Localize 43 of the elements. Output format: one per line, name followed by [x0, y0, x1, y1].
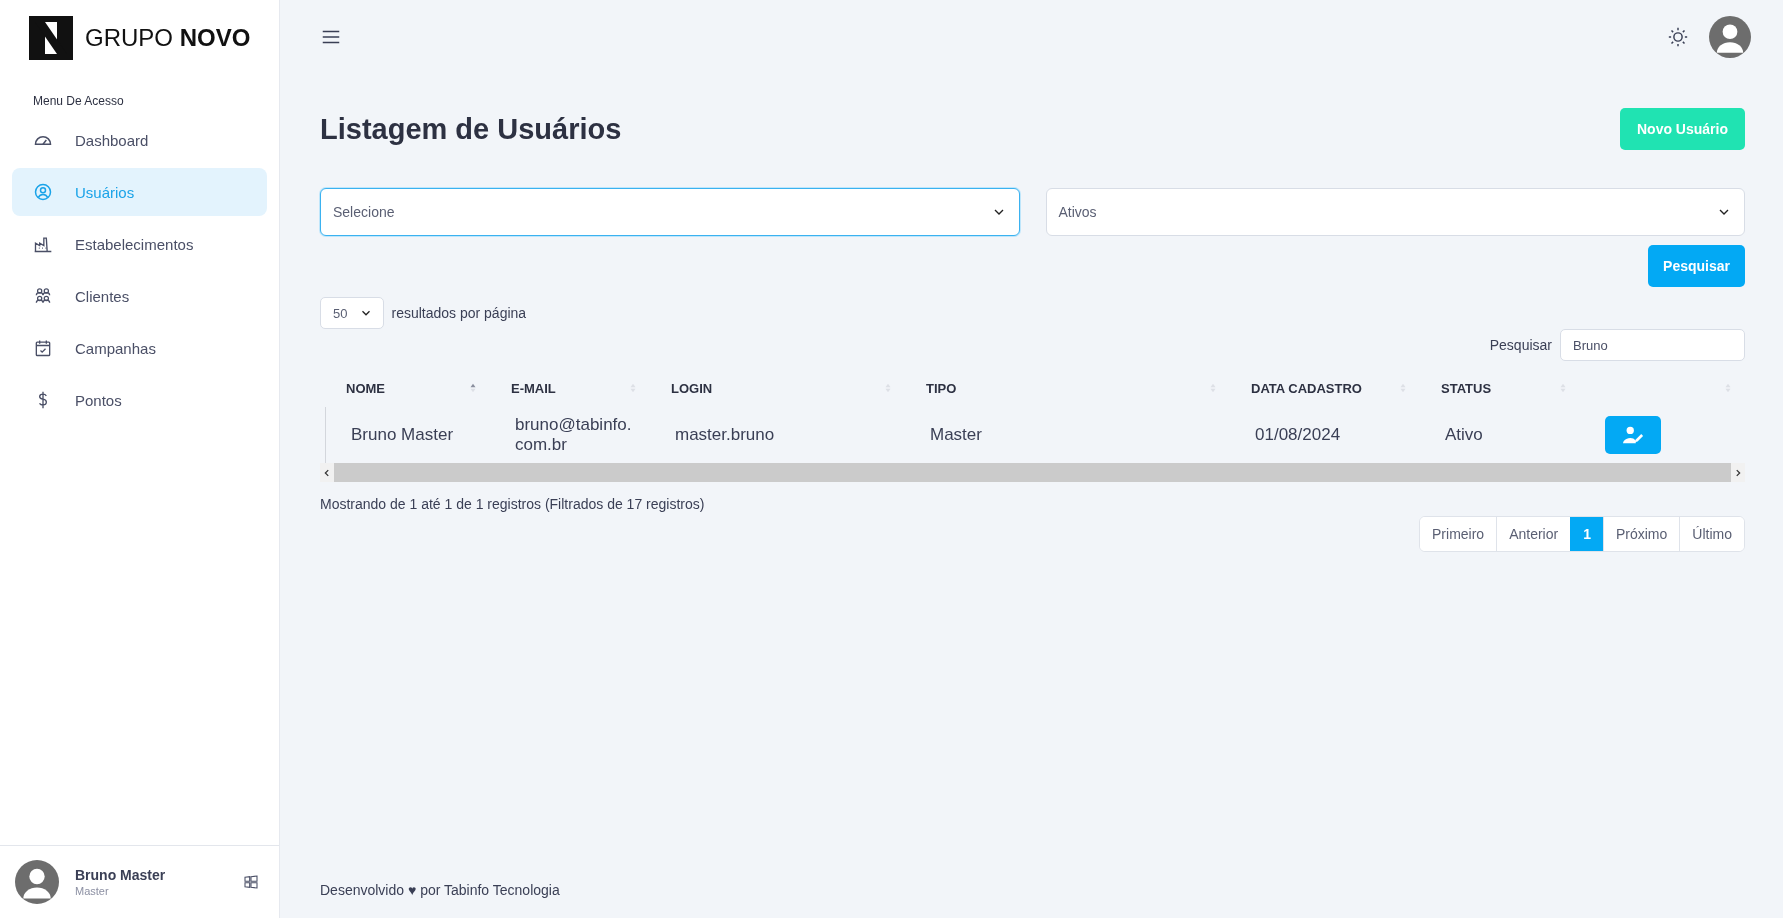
table-cell: Ativo — [1445, 425, 1483, 445]
column-header[interactable]: E-MAIL — [511, 380, 556, 396]
chevron-right-icon — [1733, 467, 1743, 478]
select-field[interactable]: Ativos — [1045, 188, 1745, 236]
table-cell-text: bruno@tabinfo.com.br — [515, 415, 633, 455]
user-edit-icon — [1622, 424, 1644, 446]
column-header[interactable]: LOGIN — [671, 380, 713, 396]
table-info-text: Mostrando de 1 até 1 de 1 registros (Filtrados de 17 registros) — [320, 496, 706, 512]
sun-icon[interactable] — [1667, 26, 1689, 48]
page-size-select[interactable]: 50 — [320, 297, 385, 329]
windows-icon[interactable] — [243, 874, 259, 890]
avatar-icon — [15, 860, 59, 904]
user-circle-icon — [33, 182, 53, 202]
select-field[interactable]: Selecione — [320, 188, 1020, 236]
avatar-icon[interactable] — [1709, 16, 1751, 58]
search-label: Pesquisar — [1489, 337, 1552, 353]
edit-user-button[interactable] — [1605, 416, 1661, 454]
column-header[interactable]: NOME — [346, 380, 385, 396]
horizontal-scrollbar[interactable] — [320, 463, 1745, 482]
sidebar-item[interactable]: Estabelecimentos — [12, 220, 267, 268]
sidebar-item[interactable]: Pontos — [12, 376, 267, 424]
menu-section-title: Menu De Acesso — [32, 93, 125, 108]
chevron-left-icon — [322, 467, 332, 478]
user-name: Bruno Master — [75, 867, 167, 883]
column-header[interactable]: DATA CADASTRO — [1251, 380, 1362, 396]
page-size-label: resultados por página — [391, 305, 527, 321]
table-search-field[interactable]: Bruno — [1560, 329, 1745, 361]
table-cell: 01/08/2024 — [1255, 425, 1341, 445]
table-cell: Master — [930, 425, 982, 445]
page-title: Listagem de Usuários — [320, 112, 622, 146]
logo-text: GRUPO NOVO — [85, 24, 251, 52]
pagination-button[interactable]: Último — [1679, 517, 1744, 551]
user-role: Master — [75, 885, 110, 897]
table-cell: Bruno Master — [351, 425, 454, 445]
people-icon — [33, 286, 53, 306]
sidebar-item[interactable]: Dashboard — [12, 116, 267, 164]
calendar-check-icon — [33, 338, 53, 358]
table-cell: master.bruno — [675, 425, 775, 445]
sidebar-item[interactable]: Campanhas — [12, 324, 267, 372]
footer-text: Desenvolvido ♥ por Tabinfo Tecnologia — [320, 882, 561, 898]
column-header[interactable]: TIPO — [926, 380, 957, 396]
sidebar-item[interactable]: Clientes — [12, 272, 267, 320]
column-header[interactable]: STATUS — [1441, 380, 1492, 396]
